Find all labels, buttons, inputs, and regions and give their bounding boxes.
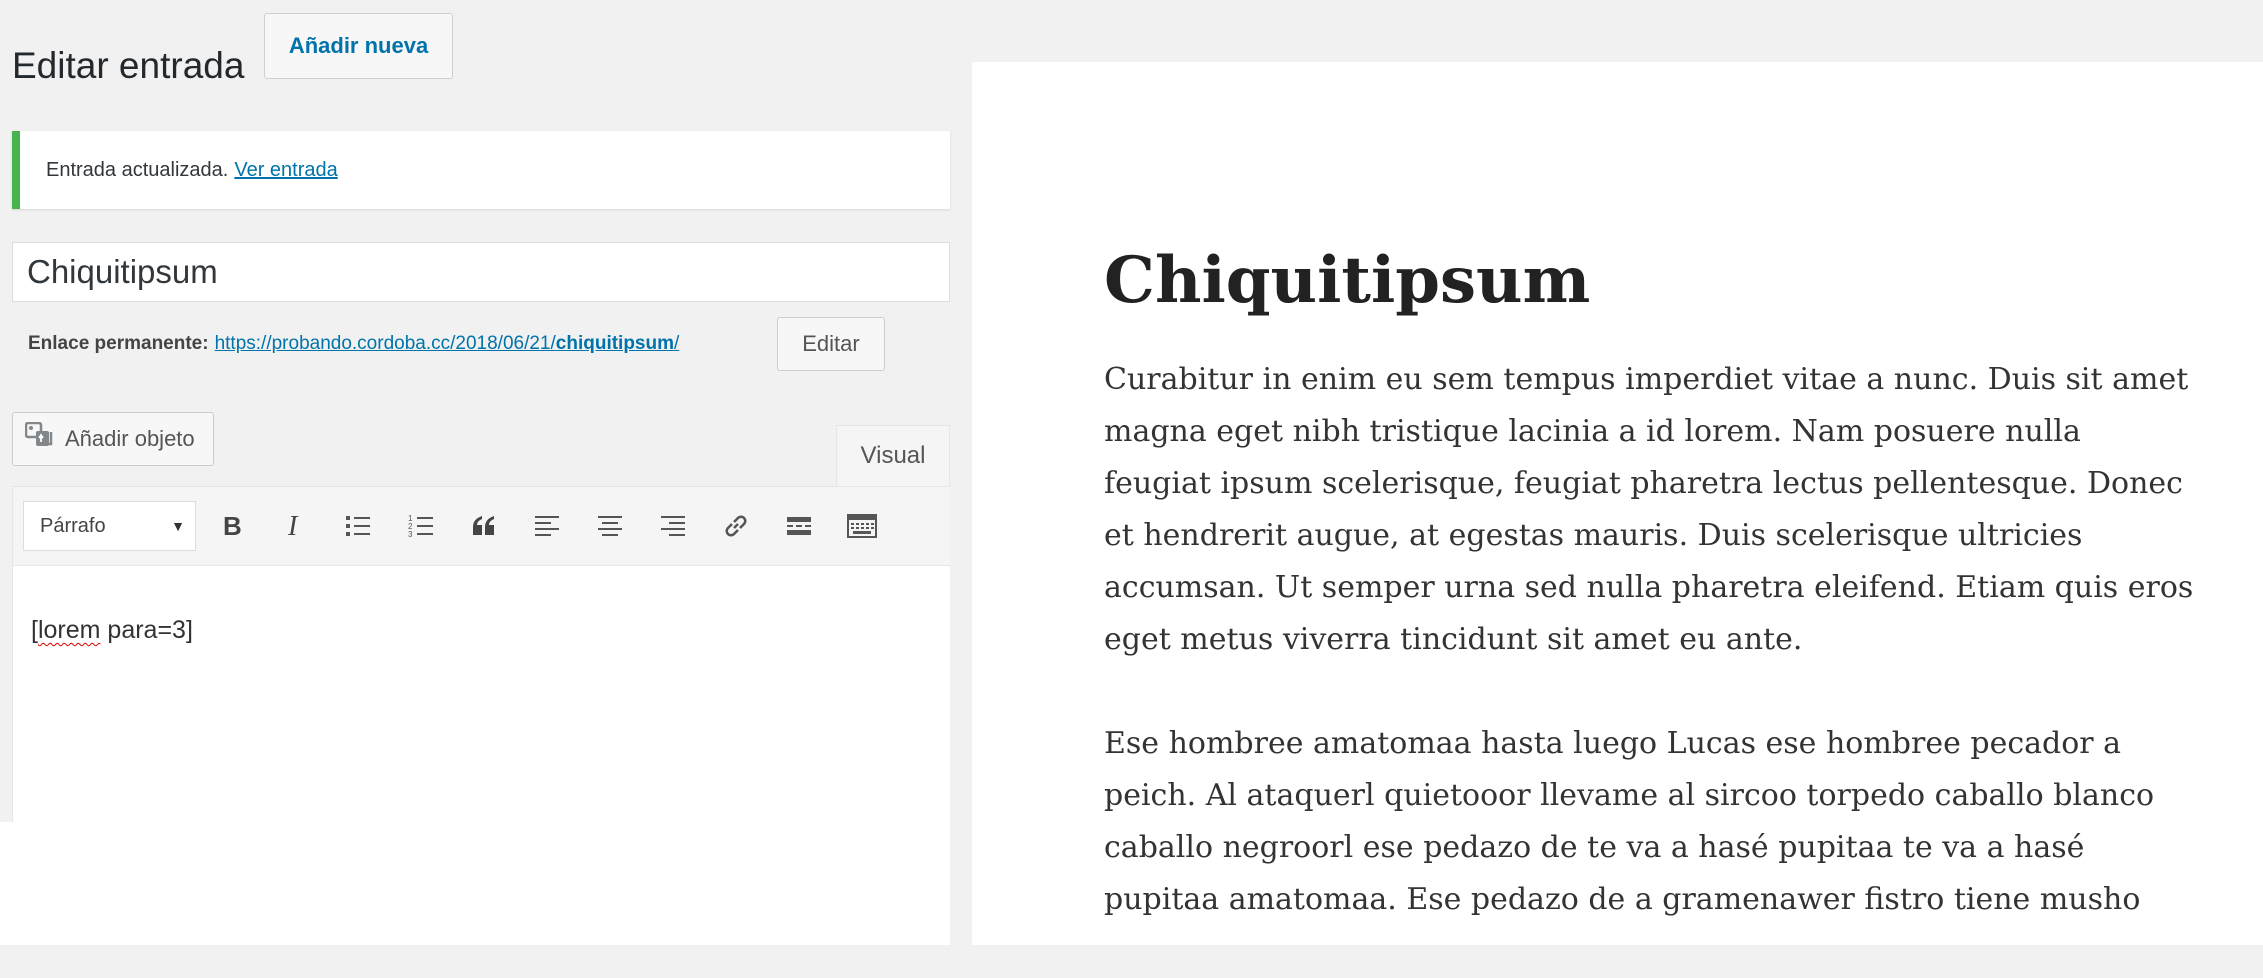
page-background [0,822,950,945]
permalink-link[interactable]: https://probando.cordoba.cc/2018/06/21/c… [215,333,680,355]
page-title: Editar entrada [12,44,245,86]
svg-text:I: I [287,512,299,540]
format-select-value: Párrafo [40,514,106,537]
svg-text:3: 3 [408,530,413,539]
preview-paragraph: Ese hombree amatomaa hasta luego Lucas e… [1104,726,2155,917]
svg-text:B: B [223,512,242,540]
permalink-label: Enlace permanente: [28,333,209,354]
tab-visual[interactable]: Visual [836,425,950,486]
toolbar-toggle-icon[interactable] [830,501,893,551]
add-new-button[interactable]: Añadir nueva [264,13,453,79]
edit-slug-button[interactable]: Editar [777,317,885,371]
preview-post-title: Chiquitipsum [1104,242,1591,318]
link-icon[interactable] [704,501,767,551]
update-notice: Entrada actualizada. Ver entrada [12,131,950,209]
permalink-base: https://probando.cordoba.cc/2018/06/21/ [214,333,556,354]
preview-post-content: Curabitur in enim eu sem tempus imperdie… [1104,354,2194,978]
align-center-icon[interactable] [578,501,641,551]
shortcode-rest: para=3] [100,616,193,644]
numbered-list-icon[interactable]: 1 2 3 [389,501,452,551]
spellcheck-word: lorem [37,616,101,644]
permalink-trailing: / [674,333,680,354]
add-media-icon [24,421,55,456]
permalink-slug: chiquitipsum [555,333,675,354]
permalink-row: Enlace permanente: https://probando.cord… [28,333,679,355]
blockquote-icon[interactable] [452,501,515,551]
post-editor-panel: Editar entrada Añadir nueva Entrada actu… [0,0,950,822]
italic-icon[interactable]: I [263,501,326,551]
align-right-icon[interactable] [641,501,704,551]
view-post-link[interactable]: Ver entrada [234,159,337,182]
notice-message: Entrada actualizada. [46,158,229,181]
add-media-label: Añadir objeto [65,426,195,451]
bulleted-list-icon[interactable] [326,501,389,551]
preview-paragraph: Curabitur in enim eu sem tempus imperdie… [1104,362,2194,657]
editor-content-area[interactable]: [lorem para=3] [12,566,950,822]
format-select[interactable]: Párrafo ▼ [23,501,196,551]
align-left-icon[interactable] [515,501,578,551]
post-preview: Chiquitipsum Curabitur in enim eu sem te… [972,62,2263,945]
bold-icon[interactable]: B [200,501,263,551]
chevron-down-icon: ▼ [171,518,185,534]
read-more-icon[interactable] [767,501,830,551]
editor-toolbar: Párrafo ▼ B I 1 2 3 [12,486,950,566]
shortcode-open-bracket: [ [31,616,38,644]
post-title-input[interactable]: Chiquitipsum [12,242,950,302]
add-media-button[interactable]: Añadir objeto [12,412,214,466]
editor-shortcode: [lorem para=3] [31,616,193,644]
